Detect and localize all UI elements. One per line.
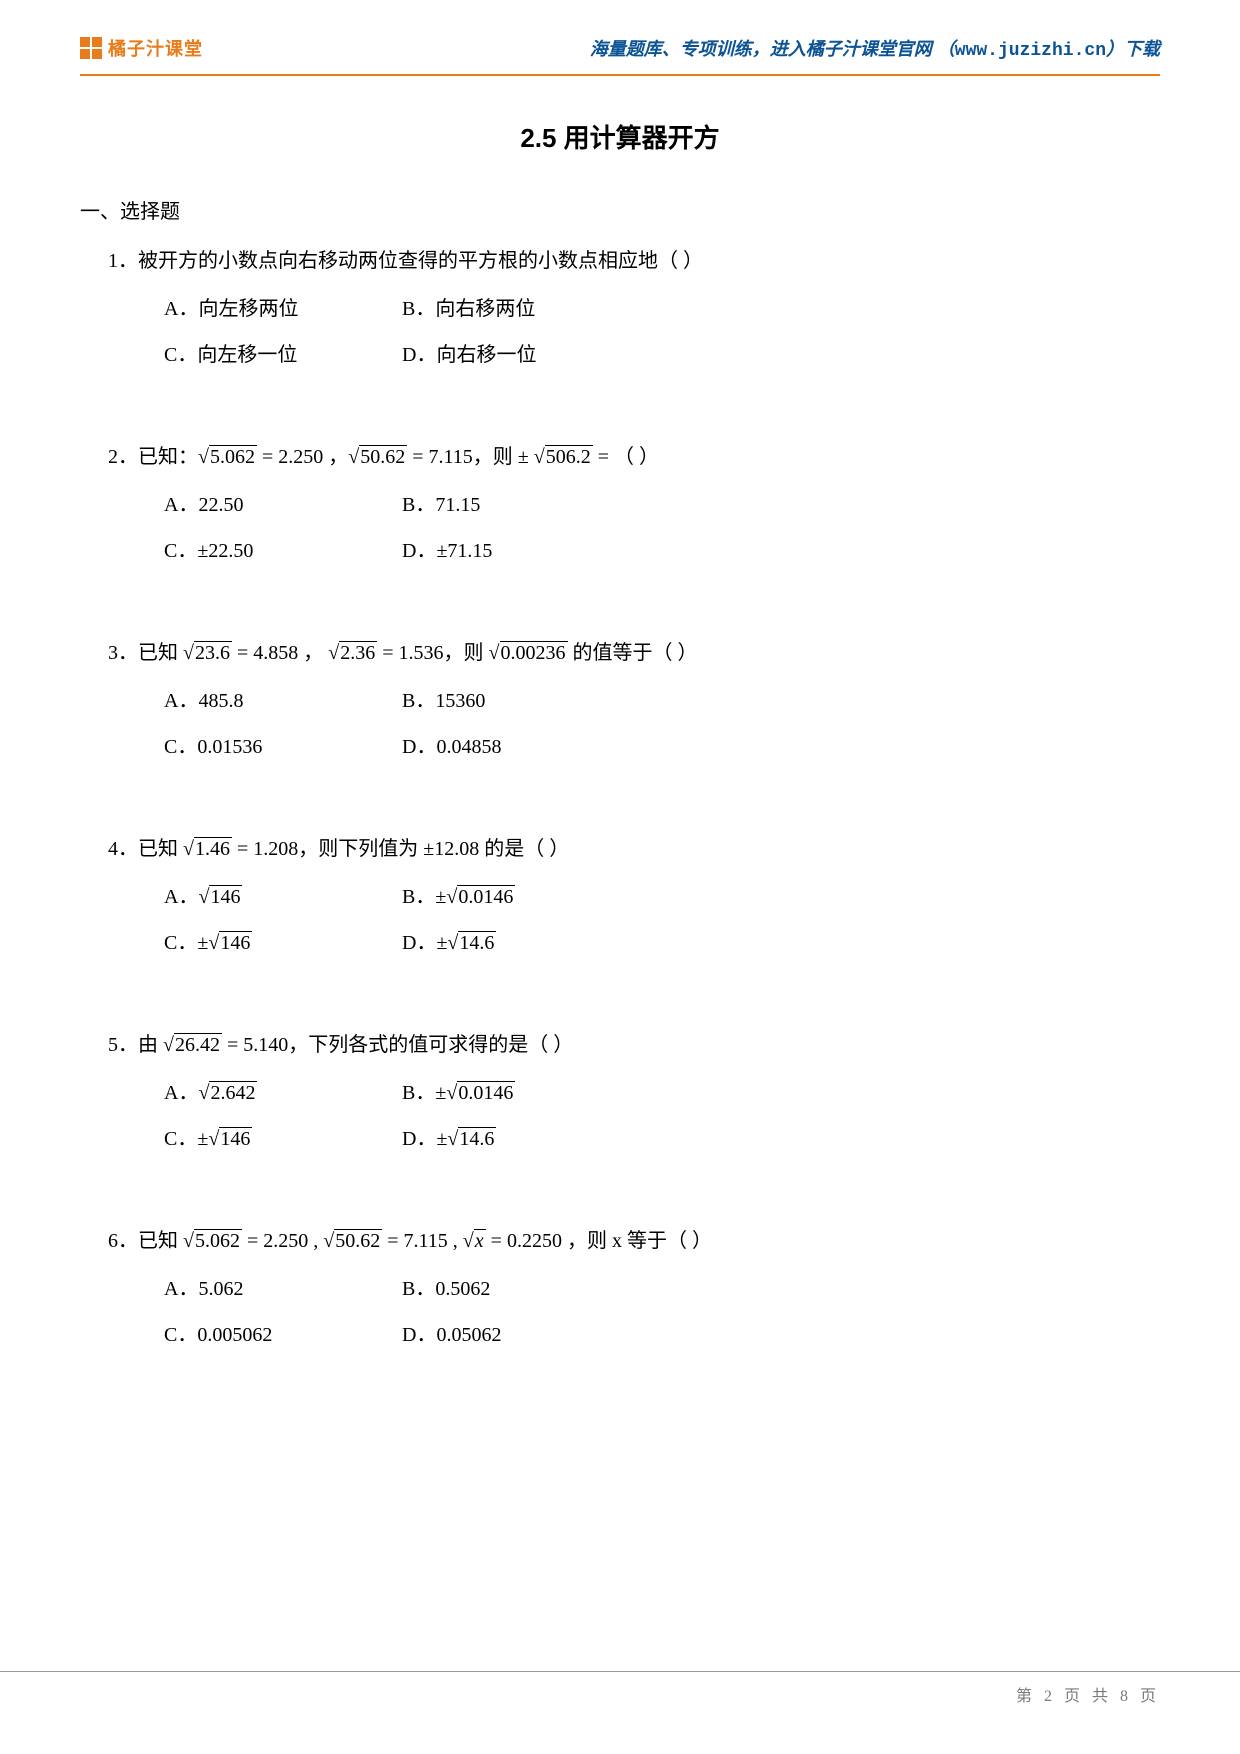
option: D．向右移一位 (402, 336, 602, 374)
option: C．±22.50 (164, 532, 364, 570)
question-stem: 5．由 √26.42 = 5.140，下列各式的值可求得的是（ ） (108, 1026, 1160, 1064)
option: A．向左移两位 (164, 290, 364, 328)
option: C．±√146 (164, 1120, 364, 1158)
option: B．0.5062 (402, 1270, 602, 1308)
option-row: C．±√146 D．±√14.6 (164, 1120, 1160, 1158)
option: C．0.005062 (164, 1316, 364, 1354)
question-number: 5． (108, 1034, 138, 1056)
question-3: 3．已知 √23.6 = 4.858 ， √2.36 = 1.536，则 √0.… (108, 634, 1160, 766)
options: A．√2.642 B．±√0.0146 C．±√146 D．±√14.6 (164, 1074, 1160, 1158)
option: A．5.062 (164, 1270, 364, 1308)
question-stem: 4．已知 √1.46 = 1.208，则下列值为 ±12.08 的是（ ） (108, 830, 1160, 868)
option: C．0.01536 (164, 728, 364, 766)
option: C．向左移一位 (164, 336, 364, 374)
options: A．22.50 B．71.15 C．±22.50 D．±71.15 (164, 486, 1160, 570)
question-number: 6． (108, 1230, 138, 1252)
option: B．15360 (402, 682, 602, 720)
option: B．向右移两位 (402, 290, 602, 328)
slogan-post: ）下载 (1106, 39, 1160, 59)
option: A．√2.642 (164, 1074, 364, 1112)
option-row: C．0.005062 D．0.05062 (164, 1316, 1160, 1354)
question-6: 6．已知 √5.062 = 2.250 , √50.62 = 7.115 , √… (108, 1222, 1160, 1354)
options: A．485.8 B．15360 C．0.01536 D．0.04858 (164, 682, 1160, 766)
option-row: A．5.062 B．0.5062 (164, 1270, 1160, 1308)
section-heading: 一、选择题 (80, 195, 1160, 224)
question-stem: 6．已知 √5.062 = 2.250 , √50.62 = 7.115 , √… (108, 1222, 1160, 1260)
question-2: 2．已知：√5.062 = 2.250 ，√50.62 = 7.115，则 ± … (108, 438, 1160, 570)
option: D．0.05062 (402, 1316, 602, 1354)
question-stem: 1．被开方的小数点向右移动两位查得的平方根的小数点相应地（ ） (108, 242, 1160, 280)
slogan-pre: 海量题库、专项训练，进入橘子汁课堂官网 （ (590, 39, 955, 59)
option: C．±√146 (164, 924, 364, 962)
option: D．±71.15 (402, 532, 602, 570)
question-number: 1． (108, 250, 138, 272)
page-title: 2.5 用计算器开方 (80, 118, 1160, 155)
option: B．±√0.0146 (402, 878, 602, 916)
question-number: 2． (108, 446, 138, 468)
page-header: 橘子汁课堂 海量题库、专项训练，进入橘子汁课堂官网 （www.juzizhi.c… (80, 30, 1160, 76)
option-row: C．向左移一位 D．向右移一位 (164, 336, 1160, 374)
option-row: A．485.8 B．15360 (164, 682, 1160, 720)
question-number: 3． (108, 642, 138, 664)
option-row: C．±√146 D．±√14.6 (164, 924, 1160, 962)
option-row: C．0.01536 D．0.04858 (164, 728, 1160, 766)
page: 橘子汁课堂 海量题库、专项训练，进入橘子汁课堂官网 （www.juzizhi.c… (0, 0, 1240, 1754)
option: A．√146 (164, 878, 364, 916)
option-row: A．22.50 B．71.15 (164, 486, 1160, 524)
question-4: 4．已知 √1.46 = 1.208，则下列值为 ±12.08 的是（ ） A．√… (108, 830, 1160, 962)
question-number: 4． (108, 838, 138, 860)
option-row: A．√2.642 B．±√0.0146 (164, 1074, 1160, 1112)
options: A．√146 B．±√0.0146 C．±√146 D．±√14.6 (164, 878, 1160, 962)
option: A．22.50 (164, 486, 364, 524)
option: A．485.8 (164, 682, 364, 720)
brand: 橘子汁课堂 (80, 35, 203, 61)
options: A．向左移两位 B．向右移两位 C．向左移一位 D．向右移一位 (164, 290, 1160, 374)
slogan-url: www.juzizhi.cn (955, 41, 1106, 61)
option: B．71.15 (402, 486, 602, 524)
header-slogan: 海量题库、专项训练，进入橘子汁课堂官网 （www.juzizhi.cn）下载 (590, 35, 1160, 61)
page-footer: 第 2 页 共 8 页 (0, 1671, 1240, 1706)
question-stem: 2．已知：√5.062 = 2.250 ，√50.62 = 7.115，则 ± … (108, 438, 1160, 476)
option-row: C．±22.50 D．±71.15 (164, 532, 1160, 570)
option-row: A．向左移两位 B．向右移两位 (164, 290, 1160, 328)
question-1: 1．被开方的小数点向右移动两位查得的平方根的小数点相应地（ ） A．向左移两位 B．… (108, 242, 1160, 374)
option: D．±√14.6 (402, 1120, 602, 1158)
question-5: 5．由 √26.42 = 5.140，下列各式的值可求得的是（ ） A．√2.64… (108, 1026, 1160, 1158)
option: D．0.04858 (402, 728, 602, 766)
options: A．5.062 B．0.5062 C．0.005062 D．0.05062 (164, 1270, 1160, 1354)
option: B．±√0.0146 (402, 1074, 602, 1112)
brand-text: 橘子汁课堂 (108, 35, 203, 61)
question-stem: 3．已知 √23.6 = 4.858 ， √2.36 = 1.536，则 √0.… (108, 634, 1160, 672)
option-row: A．√146 B．±√0.0146 (164, 878, 1160, 916)
brand-logo-icon (80, 37, 102, 59)
option: D．±√14.6 (402, 924, 602, 962)
